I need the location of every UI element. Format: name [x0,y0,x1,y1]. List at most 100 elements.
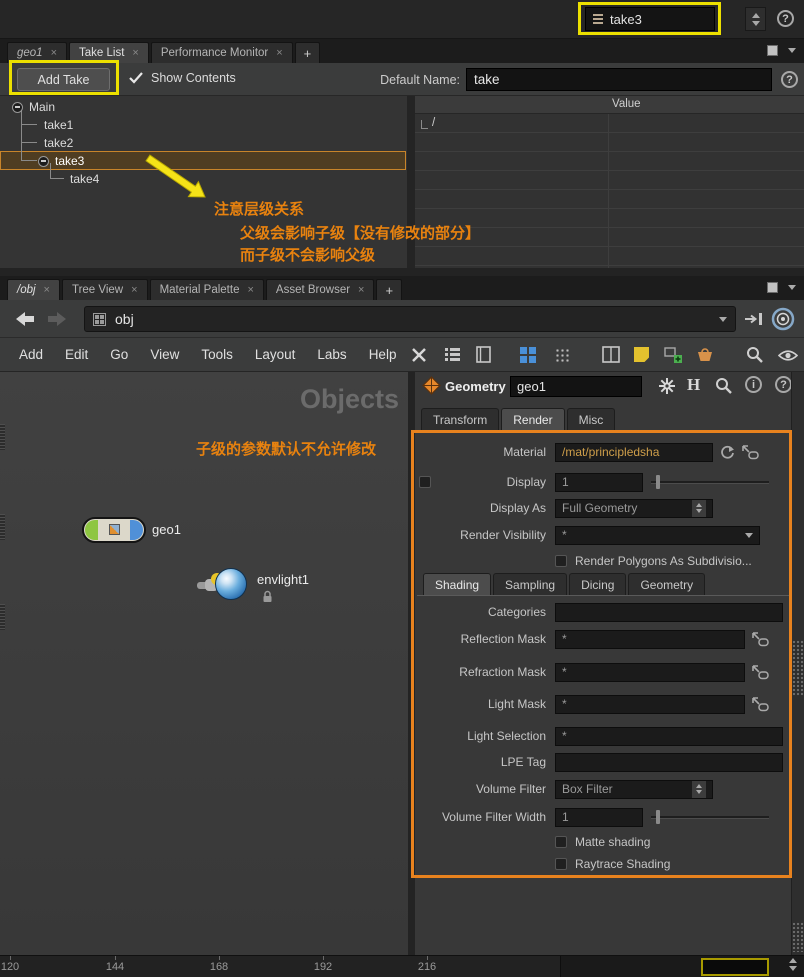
tab-material-palette[interactable]: Material Palette × [149,279,264,300]
display-enable-checkbox[interactable] [419,476,431,488]
light-selection-input[interactable]: * [555,726,783,746]
info-icon[interactable]: i [745,376,762,393]
close-icon[interactable]: × [276,47,282,59]
close-icon[interactable]: × [358,284,364,296]
vertical-pane-splitter[interactable] [408,372,415,955]
menu-add[interactable]: Add [8,347,54,362]
display-as-dropdown[interactable]: Full Geometry [555,498,713,518]
menu-go[interactable]: Go [99,347,139,362]
pane-grip[interactable] [0,424,5,450]
value-root-row[interactable]: / [421,117,435,129]
display-input[interactable]: 1 [555,472,643,492]
menu-layout[interactable]: Layout [244,347,307,362]
collapse-icon[interactable] [38,155,49,167]
subtab-shading[interactable]: Shading [423,573,492,596]
menu-labs[interactable]: Labs [306,347,357,362]
forward-icon[interactable] [46,311,68,327]
subtab-sampling[interactable]: Sampling [493,573,568,596]
help-icon[interactable]: ? [775,376,792,393]
volume-filter-dropdown[interactable]: Box Filter [555,779,713,799]
light-mask-input[interactable]: * [555,694,745,714]
take-row-take2[interactable]: take2 [44,134,73,152]
categories-input[interactable] [555,602,783,622]
crossed-tools-icon[interactable] [410,346,428,364]
node-name-input[interactable]: geo1 [510,376,642,397]
new-tab-button[interactable]: + [376,279,403,300]
new-network-icon[interactable] [664,346,682,364]
back-icon[interactable] [14,311,36,327]
spinner-down-icon[interactable] [789,966,797,971]
close-icon[interactable]: × [131,284,137,296]
raytrace-shading-checkbox[interactable] [555,858,567,870]
basket-icon[interactable] [696,347,714,363]
search-icon[interactable] [746,346,764,364]
houdini-logo[interactable]: H [687,375,700,395]
matte-shading-checkbox[interactable] [555,836,567,848]
pane-grip[interactable] [792,922,804,952]
menu-view[interactable]: View [139,347,190,362]
help-icon[interactable]: ? [781,71,798,88]
pane-maximize-icon[interactable] [767,45,778,56]
volume-filter-width-input[interactable]: 1 [555,807,643,827]
playbar-take-field[interactable] [701,958,769,976]
take-row-take1[interactable]: take1 [44,116,73,134]
pane-menu-arrow-icon[interactable] [788,285,796,290]
layout-grid-icon[interactable] [520,347,536,363]
volume-filter-width-slider[interactable] [651,808,769,826]
slider-handle[interactable] [656,810,660,824]
current-take-dropdown[interactable]: take3 [585,7,715,31]
new-tab-button[interactable]: + [294,42,321,63]
node-chooser-icon[interactable] [751,631,769,647]
pane-grip[interactable] [0,514,5,540]
tab-render[interactable]: Render [501,408,565,431]
render-polygons-checkbox[interactable] [555,555,567,567]
node-chooser-icon[interactable] [751,696,769,712]
tab-performance-monitor[interactable]: Performance Monitor × [150,42,293,63]
geo-node-flag-left[interactable] [85,520,98,540]
render-visibility-input[interactable]: * [555,525,760,545]
subtab-geometry[interactable]: Geometry [628,573,706,596]
slider-handle[interactable] [656,475,660,489]
display-slider[interactable] [651,473,769,491]
gear-icon[interactable] [658,377,676,395]
split-panes-icon[interactable] [602,346,620,363]
tab-misc[interactable]: Misc [566,408,616,431]
tab-transform[interactable]: Transform [421,408,500,431]
tab-asset-browser[interactable]: Asset Browser × [265,279,375,300]
subtab-dicing[interactable]: Dicing [569,573,627,596]
pin-pane-icon[interactable] [744,312,764,326]
dropdown-spinner-icon[interactable] [692,499,706,517]
scrollbar-grip[interactable] [792,640,804,696]
menu-help[interactable]: Help [358,347,408,362]
tab-tree-view[interactable]: Tree View × [61,279,148,300]
menu-tools[interactable]: Tools [190,347,244,362]
menu-edit[interactable]: Edit [54,347,99,362]
network-editor[interactable]: Objects 子级的参数默认不允许修改 geo1 envlight1 [0,372,408,955]
collapse-icon[interactable] [12,101,23,113]
refraction-mask-input[interactable]: * [555,662,745,682]
add-take-button[interactable]: Add Take [17,68,110,91]
pane-menu-arrow-icon[interactable] [788,48,796,53]
find-node-icon[interactable] [770,306,796,332]
tab-geo1[interactable]: geo1 × [7,42,68,63]
take-spinner[interactable] [745,7,766,31]
node-envlight1[interactable] [197,566,253,604]
tab-obj[interactable]: /obj × [7,279,60,300]
close-icon[interactable]: × [247,284,253,296]
sticky-note-icon[interactable] [634,347,649,362]
help-icon[interactable]: ? [777,10,794,27]
pane-grip[interactable] [0,604,5,630]
node-chooser-icon[interactable] [741,444,759,460]
network-path-field[interactable]: obj [84,306,736,332]
spinner-down-icon[interactable] [751,20,760,26]
close-icon[interactable]: × [44,284,50,296]
dropdown-spinner-icon[interactable] [692,780,706,798]
timeline-ruler[interactable]: 120 144 168 192 216 [0,955,804,977]
spinner-up-icon[interactable] [789,958,797,963]
take-row-main[interactable]: Main [12,98,55,116]
default-name-input[interactable]: take [466,68,772,91]
horizontal-pane-splitter[interactable] [0,268,804,276]
lpe-tag-input[interactable] [555,752,783,772]
node-geo1[interactable] [82,517,146,543]
close-icon[interactable]: × [51,47,57,59]
